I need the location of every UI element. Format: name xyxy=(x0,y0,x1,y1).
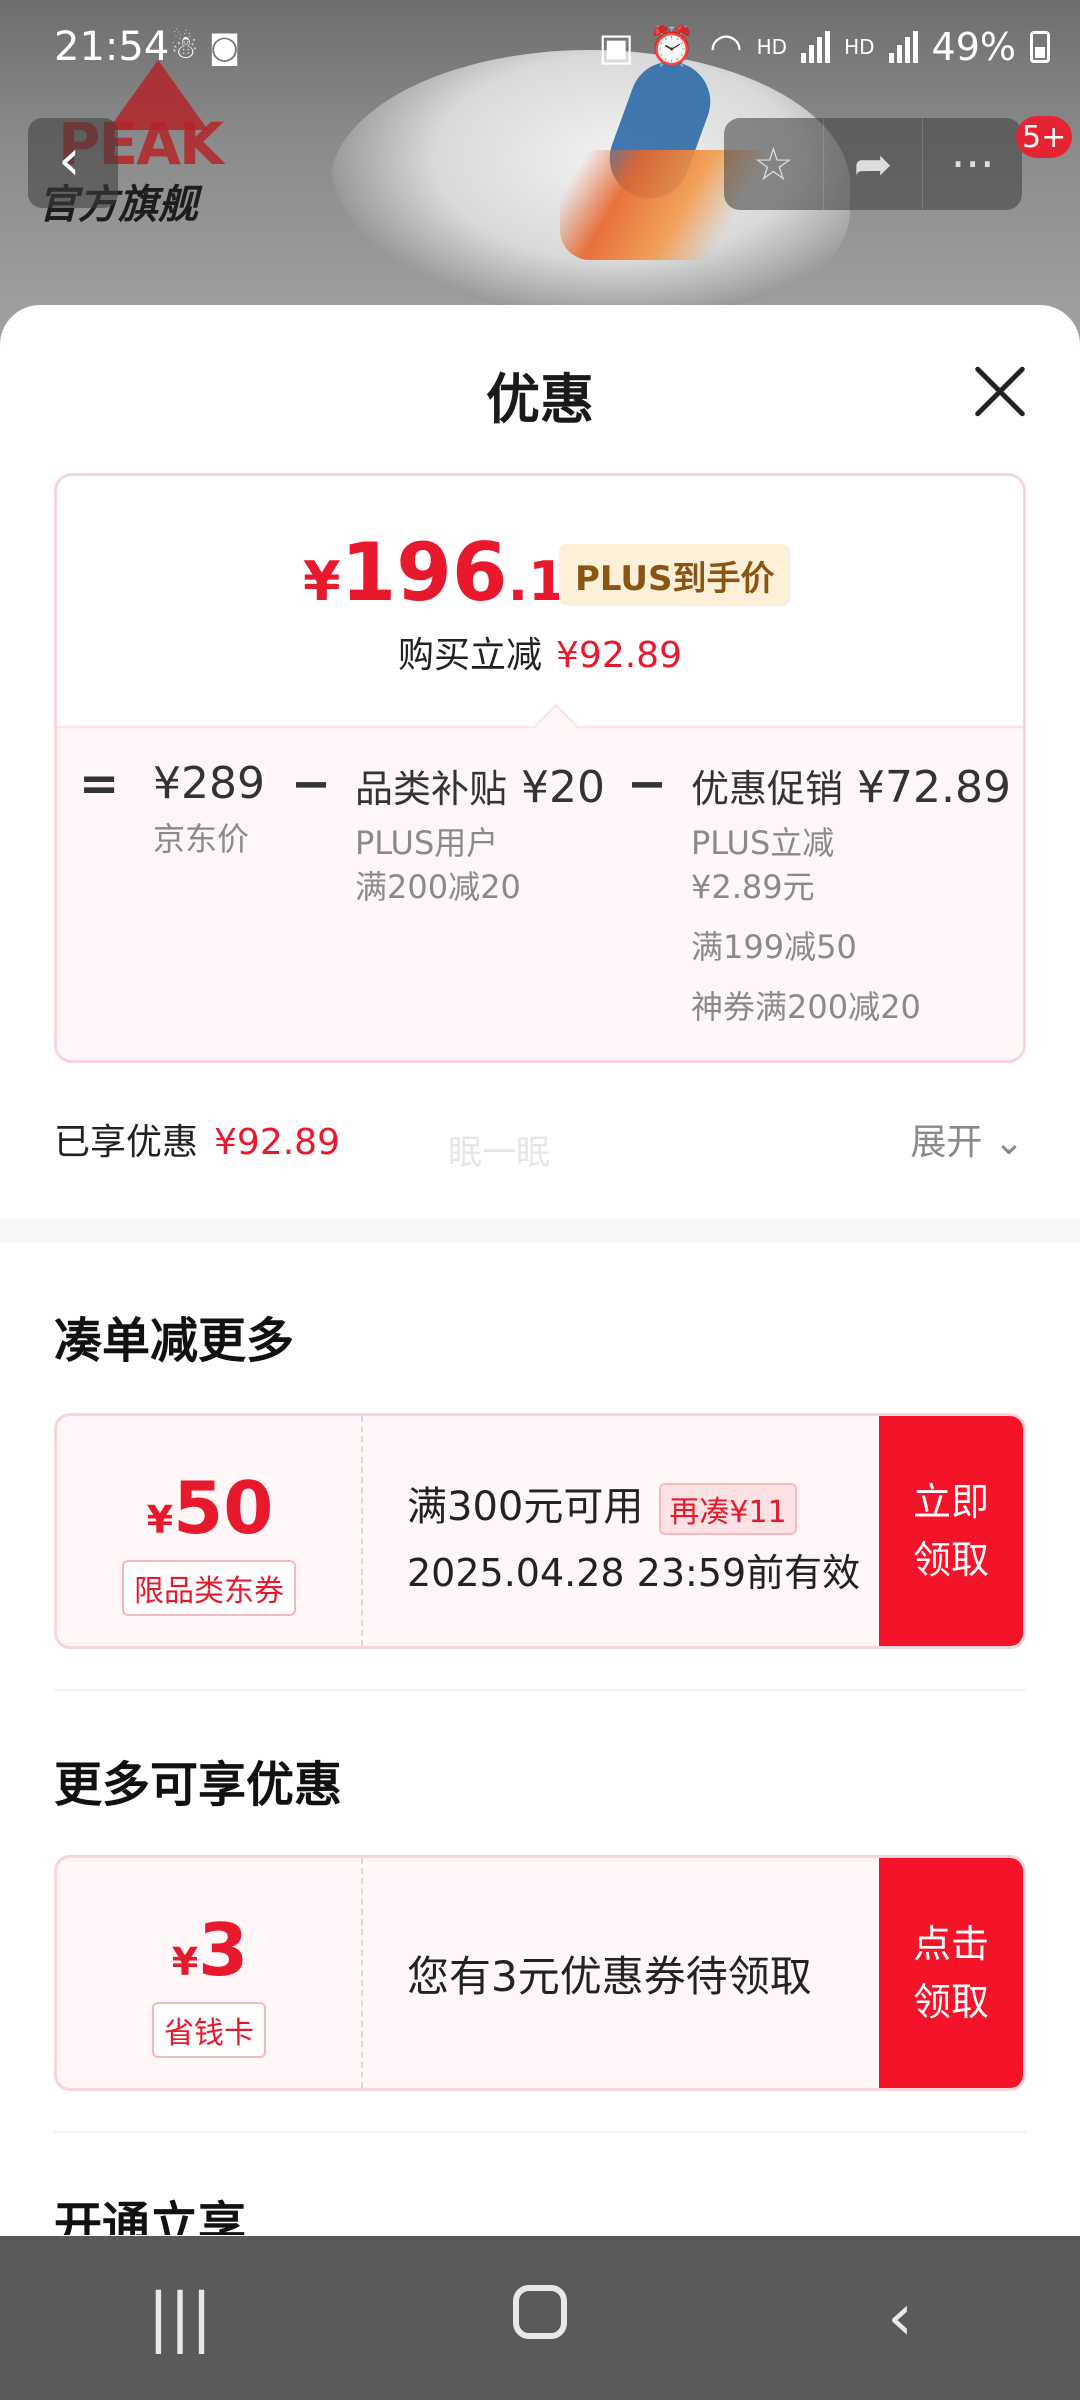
coupon-value-2: 3 xyxy=(198,1908,249,1992)
claim-coupon-button[interactable]: 立即 领取 xyxy=(879,1416,1023,1646)
status-bar: 21:54 ☃ ◙ ▣ ⏰ ◠ HD HD 49% xyxy=(0,0,1080,96)
coupon-condition: 满300元可用 xyxy=(407,1484,644,1530)
coupon-type-tag: 限品类东券 xyxy=(122,1560,296,1616)
minus-sign-2: − xyxy=(627,756,668,812)
claim-coupon-label: 立即 领取 xyxy=(912,1480,989,1582)
home-button[interactable] xyxy=(440,2281,640,2355)
subsidy-label: 品类补贴 xyxy=(355,767,508,811)
more-button[interactable]: ··· xyxy=(923,118,1022,210)
buy-discount-label: 购买立减 xyxy=(398,635,543,676)
sheet-title: 优惠 xyxy=(486,368,594,431)
close-icon[interactable] xyxy=(972,363,1028,419)
coupon-pending-text: 您有3元优惠券待领取 xyxy=(407,1951,812,2001)
status-time: 21:54 xyxy=(54,24,170,70)
notification-icons: ☃ ◙ xyxy=(170,28,240,66)
signal-icon-2 xyxy=(888,30,918,63)
chevron-left-icon: ‹ xyxy=(58,128,81,193)
status-right: ▣ ⏰ ◠ HD HD 49% xyxy=(598,24,1050,69)
watermark: 眠一眠 xyxy=(448,1133,550,1173)
subsidy-note-2: 满200减20 xyxy=(355,868,521,906)
share-button[interactable]: ➦ xyxy=(824,118,924,210)
star-icon: ☆ xyxy=(752,137,794,191)
coupon-card-50: ¥50 限品类东券 满300元可用 再凑¥11 2025.04.28 23:59前… xyxy=(54,1413,1026,1649)
subsidy-amount: ¥20 xyxy=(521,762,605,813)
divider-2 xyxy=(54,2131,1026,2133)
enjoyed-amount: ¥92.89 xyxy=(214,1122,340,1163)
add-more-tag: 再凑¥11 xyxy=(659,1483,797,1535)
section-title-membership: 开通立享 xyxy=(54,2197,247,2235)
coupon-amount-2: ¥3 xyxy=(57,1908,363,1992)
coupon-amount-area: ¥50 限品类东券 xyxy=(57,1416,363,1646)
jd-price-column: ¥289 京东价 xyxy=(153,758,265,861)
hd-label: HD xyxy=(756,34,788,59)
coupon-condition-line: 满300元可用 再凑¥11 xyxy=(407,1474,797,1535)
enjoyed-label: 已享优惠 xyxy=(54,1122,199,1163)
plus-price-tag: PLUS到手价 xyxy=(559,544,791,606)
message-badge: 5+ xyxy=(1016,116,1073,158)
promo-note-4: 神券满200减20 xyxy=(691,988,921,1026)
top-action-bar: ☆ ➦ ··· xyxy=(724,118,1022,210)
price-currency: ¥ xyxy=(303,550,341,613)
subsidy-note-1: PLUS用户 xyxy=(355,824,499,862)
section-title-bundle: 凑单减更多 xyxy=(54,1313,295,1369)
coupon-currency: ¥ xyxy=(146,1498,174,1542)
buy-discount-amount: ¥92.89 xyxy=(556,635,682,676)
price-breakdown-card: ¥196.11 PLUS到手价 购买立减 ¥92.89 = ¥289 京东价 − … xyxy=(54,473,1026,1063)
promo-label: 优惠促销 xyxy=(691,767,844,811)
divider xyxy=(54,1689,1026,1691)
coupon-value: 50 xyxy=(173,1466,274,1550)
signal-icon xyxy=(801,30,831,63)
promo-note-2: ¥2.89元 xyxy=(691,868,815,906)
enjoyed-discount: 已享优惠 ¥92.89 xyxy=(54,1113,340,1165)
expand-button[interactable]: 展开 ⌄ xyxy=(910,1113,1024,1165)
promo-amount: ¥72.89 xyxy=(857,762,1011,813)
battery-icon xyxy=(1030,30,1050,63)
coupon-card-3: ¥3 省钱卡 您有3元优惠券待领取 点击 领取 xyxy=(54,1855,1026,2091)
share-icon: ➦ xyxy=(853,137,893,191)
coupon-amount-area-2: ¥3 省钱卡 xyxy=(57,1858,363,2088)
section-title-more: 更多可享优惠 xyxy=(54,1757,343,1813)
buy-discount-line: 购买立减 ¥92.89 xyxy=(57,626,1023,678)
nav-back-button[interactable]: ‹ xyxy=(800,2281,1000,2355)
jd-price-label: 京东价 xyxy=(153,820,250,858)
promo-note-1: PLUS立减 xyxy=(691,824,835,862)
system-nav-bar: ||| ‹ xyxy=(0,2236,1080,2400)
coupon-type-tag-2: 省钱卡 xyxy=(152,2002,266,2058)
subsidy-column: 品类补贴 ¥20 PLUS用户 满200减20 xyxy=(355,758,605,909)
section-separator xyxy=(0,1219,1080,1243)
promo-column: 优惠促销 ¥72.89 PLUS立减 ¥2.89元 满199减50 神券满200… xyxy=(691,758,1011,1029)
coupon-amount: ¥50 xyxy=(57,1466,363,1550)
discount-sheet: 优惠 ¥196.11 PLUS到手价 购买立减 ¥92.89 = ¥289 京东价… xyxy=(0,305,1080,2235)
hd-label-2: HD xyxy=(844,34,875,59)
minus-sign: − xyxy=(291,756,332,812)
price-integer: 196 xyxy=(340,526,508,619)
back-button[interactable]: ‹ xyxy=(28,118,118,208)
wifi-icon: ◠ xyxy=(709,24,743,69)
promo-note-3: 满199减50 xyxy=(691,928,857,966)
vibrate-icon: ▣ xyxy=(598,24,635,69)
click-claim-button[interactable]: 点击 领取 xyxy=(879,1858,1023,2088)
alarm-icon: ⏰ xyxy=(648,24,696,68)
home-icon xyxy=(513,2285,567,2339)
equals-sign: = xyxy=(79,756,120,812)
final-price-area: ¥196.11 PLUS到手价 购买立减 ¥92.89 xyxy=(57,476,1023,726)
price-formula: = ¥289 京东价 − 品类补贴 ¥20 PLUS用户 满200减20 − 优… xyxy=(57,726,1023,1060)
coupon-validity: 2025.04.28 23:59前有效 xyxy=(407,1551,861,1595)
chevron-down-icon: ⌄ xyxy=(993,1122,1024,1163)
battery-percent: 49% xyxy=(931,24,1016,69)
jd-price: ¥289 xyxy=(153,758,265,809)
recent-apps-button[interactable]: ||| xyxy=(80,2281,280,2355)
coupon-currency-2: ¥ xyxy=(171,1940,199,1984)
expand-label: 展开 xyxy=(910,1122,983,1163)
click-claim-label: 点击 领取 xyxy=(912,1922,989,2024)
more-icon: ··· xyxy=(950,137,995,191)
favorite-button[interactable]: ☆ xyxy=(724,118,824,210)
